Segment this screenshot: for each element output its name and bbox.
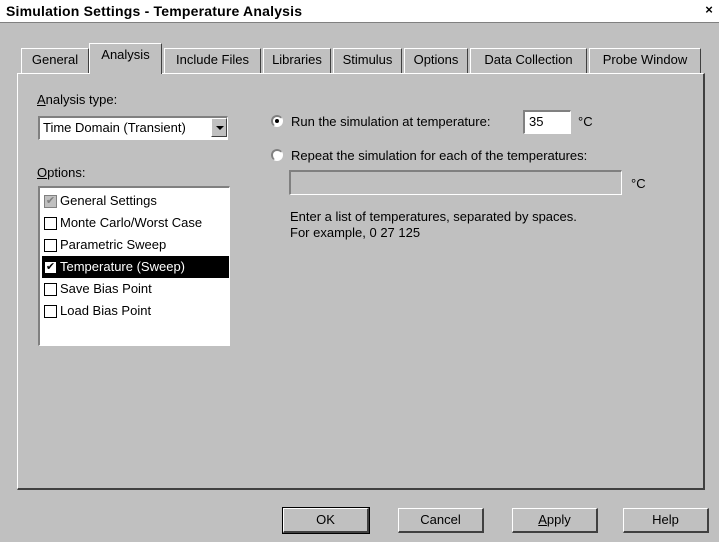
options-list-item-label: Temperature (Sweep): [60, 259, 185, 274]
checkbox-empty-icon[interactable]: [44, 305, 57, 318]
close-icon[interactable]: ×: [702, 3, 716, 17]
options-list-item[interactable]: ✔ General Settings: [42, 190, 229, 212]
options-list-item-label: General Settings: [60, 193, 157, 208]
tab-options[interactable]: Options: [404, 48, 468, 73]
cancel-button[interactable]: Cancel: [398, 508, 484, 533]
options-list-item-label: Monte Carlo/Worst Case: [60, 215, 203, 230]
options-list-item[interactable]: Parametric Sweep: [42, 234, 229, 256]
checkbox-checked-icon[interactable]: ✔: [44, 261, 57, 274]
repeat-temperatures-radio[interactable]: [271, 149, 283, 161]
analysis-panel: Analysis type: Time Domain (Transient) O…: [17, 73, 705, 490]
title-bar: Simulation Settings - Temperature Analys…: [0, 0, 719, 23]
checkbox-empty-icon[interactable]: [44, 283, 57, 296]
run-at-temperature-label[interactable]: Run the simulation at temperature:: [291, 114, 490, 129]
options-list-item-label: Save Bias Point: [60, 281, 152, 296]
tab-libraries[interactable]: Libraries: [263, 48, 331, 73]
run-at-temperature-radio[interactable]: [271, 115, 283, 127]
tab-include-files[interactable]: Include Files: [164, 48, 261, 73]
checkbox-checked-icon[interactable]: ✔: [44, 195, 57, 208]
options-list-item-label: Parametric Sweep: [60, 237, 167, 252]
tab-probe-window[interactable]: Probe Window: [589, 48, 701, 73]
options-list-item-label: Load Bias Point: [60, 303, 152, 318]
apply-button[interactable]: Apply: [512, 508, 598, 533]
window-title: Simulation Settings - Temperature Analys…: [6, 3, 303, 19]
options-list-item[interactable]: ✔ Temperature (Sweep): [42, 256, 229, 278]
tab-stimulus[interactable]: Stimulus: [333, 48, 402, 73]
analysis-type-label: Analysis type:: [37, 92, 118, 107]
analysis-type-dropdown[interactable]: Time Domain (Transient): [38, 116, 228, 140]
temperature-input[interactable]: 35: [523, 110, 571, 134]
temperature-list-input[interactable]: [289, 170, 622, 195]
options-label: Options:: [37, 165, 86, 180]
temperature-unit: °C: [578, 114, 593, 129]
help-text-line-2: For example, 0 27 125: [290, 225, 421, 240]
checkbox-empty-icon[interactable]: [44, 217, 57, 230]
help-button[interactable]: Help: [623, 508, 709, 533]
options-list-item[interactable]: Save Bias Point: [42, 278, 229, 300]
tab-data-collection[interactable]: Data Collection: [470, 48, 587, 73]
analysis-type-value: Time Domain (Transient): [43, 120, 186, 135]
options-list-item[interactable]: Monte Carlo/Worst Case: [42, 212, 229, 234]
repeat-temperatures-label[interactable]: Repeat the simulation for each of the te…: [291, 148, 587, 163]
options-list-item[interactable]: Load Bias Point: [42, 300, 229, 322]
tab-general[interactable]: General: [21, 48, 89, 73]
chevron-down-icon[interactable]: [211, 118, 227, 137]
ok-button[interactable]: OK: [282, 507, 370, 534]
checkbox-empty-icon[interactable]: [44, 239, 57, 252]
tab-analysis[interactable]: Analysis: [89, 43, 162, 74]
help-text-line-1: Enter a list of temperatures, separated …: [290, 209, 577, 224]
temperature-list-unit: °C: [631, 176, 646, 191]
options-list[interactable]: ✔ General Settings Monte Carlo/Worst Case P…: [38, 186, 230, 346]
